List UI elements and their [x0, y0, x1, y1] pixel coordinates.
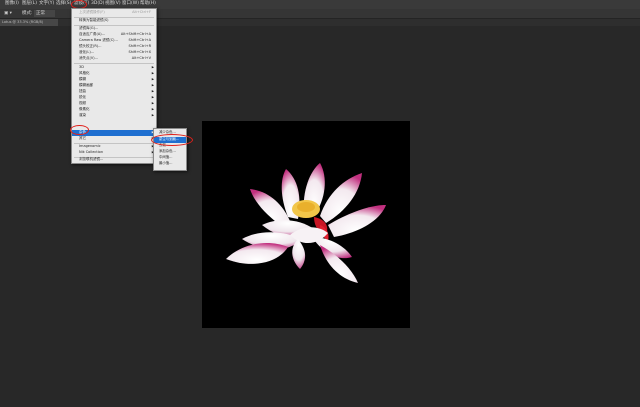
submenu-arrow-icon: ▶ [151, 83, 154, 87]
submenu-arrow-icon: ▶ [151, 65, 154, 69]
submenu-item-add-noise[interactable]: 添加杂色... [154, 149, 186, 155]
menu-item-render[interactable]: 渲染 ▶ [72, 113, 156, 119]
filter-dropdown-menu: 上次滤镜操作(F) Alt+Ctrl+F 转换为智能滤镜(S) 滤镜库(G)...… [71, 8, 157, 164]
menu-item-pixelate[interactable]: 像素化 ▶ [72, 107, 156, 113]
menu-select[interactable]: 选择(S) [56, 1, 71, 7]
menu-layer[interactable]: 图层(L) [22, 1, 37, 7]
menu-item-stylize[interactable]: 风格化 ▶ [72, 71, 156, 77]
menu-item-blur-gallery[interactable]: 模糊画廊 ▶ [72, 83, 156, 89]
submenu-arrow-icon: ▶ [151, 113, 154, 117]
menu-window[interactable]: 窗口(W) [122, 1, 139, 7]
mode-select[interactable]: 正常 [34, 10, 55, 17]
lotus-flower-image [226, 163, 386, 283]
submenu-item-minimum[interactable]: 最小值... [154, 161, 186, 167]
menu-item-camera-raw[interactable]: Camera Raw 滤镜(C)... Shift+Ctrl+A [72, 38, 156, 44]
menu-item-sharpen[interactable]: 锐化 ▶ [72, 95, 156, 101]
menu-item-liquify[interactable]: 液化(L)... Shift+Ctrl+X [72, 50, 156, 56]
submenu-item-median[interactable]: 中间值... [154, 155, 186, 161]
menu-item-video[interactable]: 视频 ▶ [72, 101, 156, 107]
menu-item-last-filter[interactable]: 上次滤镜操作(F) Alt+Ctrl+F [72, 10, 156, 16]
menu-image[interactable]: 图像(I) [5, 1, 19, 7]
submenu-arrow-icon: ▶ [151, 95, 154, 99]
menu-item-other[interactable]: 其它▶ [72, 136, 156, 142]
mode-label: 模式: [22, 11, 33, 16]
menu-3d[interactable]: 3D(D) [91, 1, 104, 7]
submenu-arrow-icon: ▶ [151, 101, 154, 105]
menu-item-3d[interactable]: 3D ▶ [72, 65, 156, 71]
menu-item-vanishing-point[interactable]: 消失点(V)... Alt+Ctrl+V [72, 56, 156, 62]
submenu-arrow-icon: ▶ [151, 107, 154, 111]
document-tab[interactable]: Lotus @ 33.3% (RGB/8) [0, 19, 58, 26]
menu-item-blur[interactable]: 模糊 ▶ [72, 77, 156, 83]
menu-item-imagenomic[interactable]: Imagenomic▶ [72, 144, 156, 150]
noise-item-annotation-ring [70, 125, 89, 135]
document-canvas[interactable] [202, 121, 410, 328]
submenu-arrow-icon: ▶ [151, 71, 154, 75]
menu-item-browse-filters-online[interactable]: 浏览联机滤镜... [72, 157, 156, 163]
menu-item-convert-smart-filter[interactable]: 转换为智能滤镜(S) [72, 18, 156, 24]
menu-type[interactable]: 文字(Y) [39, 1, 54, 7]
menu-help[interactable]: 帮助(H) [140, 1, 156, 7]
submenu-arrow-icon: ▶ [151, 89, 154, 93]
menu-item-distort[interactable]: 扭曲 ▶ [72, 89, 156, 95]
menu-item-nik-collection[interactable]: Nik Collection▶ [72, 150, 156, 156]
menu-item-lens-correction[interactable]: 镜头校正(R)... Shift+Ctrl+R [72, 44, 156, 50]
menu-separator [74, 63, 154, 64]
submenu-arrow-icon: ▶ [151, 77, 154, 81]
menu-item-adaptive-wide-angle[interactable]: 自适应广角(A)... Alt+Shift+Ctrl+A [72, 32, 156, 38]
menu-item-filter-gallery[interactable]: 滤镜库(G)... [72, 26, 156, 32]
menu-view[interactable]: 视图(V) [105, 1, 121, 7]
tool-preset-icon[interactable]: ▣ ▾ [4, 10, 12, 17]
dust-scratches-annotation-ring [151, 134, 193, 146]
